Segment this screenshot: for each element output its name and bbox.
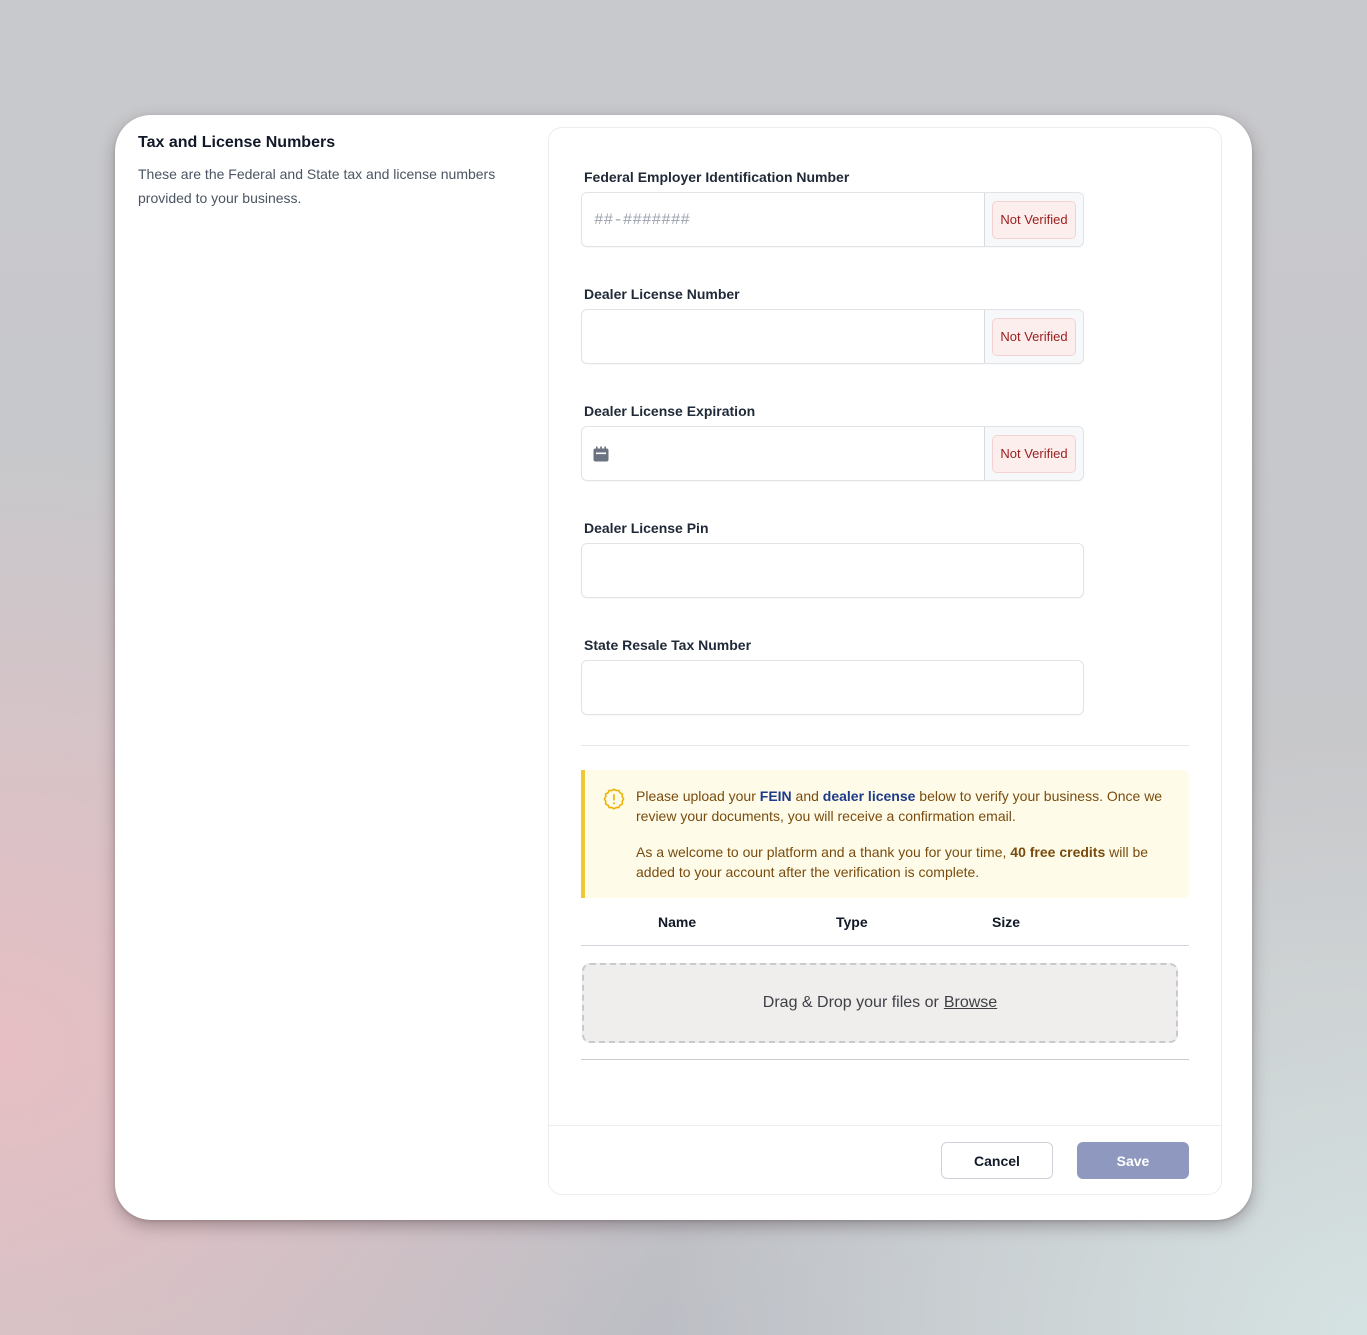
status-badge: Not Verified <box>992 317 1076 356</box>
state-resale-tax-number-input-group <box>581 660 1084 715</box>
settings-window: Tax and License Numbers These are the Fe… <box>115 115 1252 1220</box>
section-intro: Tax and License Numbers These are the Fe… <box>138 133 528 210</box>
dropzone-text: Drag & Drop your files or <box>762 994 939 1011</box>
section-divider <box>581 745 1189 746</box>
status-badge: Not Verified <box>992 200 1076 239</box>
dealer-license-pin-label: Dealer License Pin <box>584 520 709 536</box>
fein-status-addon: Not Verified <box>984 193 1083 246</box>
browse-link[interactable]: Browse <box>944 994 997 1012</box>
free-credits-highlight: 40 free credits <box>1010 844 1106 860</box>
alert-message-credits: As a welcome to our platform and a thank… <box>636 842 1169 882</box>
status-badge: Not Verified <box>992 434 1076 473</box>
dealer-license-number-field: Dealer License Number Not Verified <box>581 285 1084 364</box>
state-resale-tax-number-field: State Resale Tax Number <box>581 636 1084 715</box>
section-description: These are the Federal and State tax and … <box>138 166 496 206</box>
dealer-license-number-input[interactable] <box>582 310 984 363</box>
dealer-license-expiration-status-addon: Not Verified <box>984 427 1083 480</box>
fein-label: Federal Employer Identification Number <box>584 169 850 185</box>
fein-link[interactable]: FEIN <box>760 788 792 804</box>
dealer-license-number-input-group: Not Verified <box>581 309 1084 364</box>
dealer-license-number-status-addon: Not Verified <box>984 310 1083 363</box>
alert-message-upload: Please upload your FEIN and dealer licen… <box>636 786 1169 826</box>
warning-icon <box>602 787 626 811</box>
dealer-license-expiration-input[interactable] <box>609 444 984 463</box>
tax-license-form: Federal Employer Identification Number N… <box>548 127 1222 1195</box>
date-input-wrap <box>582 427 984 480</box>
cancel-button[interactable]: Cancel <box>941 1142 1053 1179</box>
alert-text: and <box>791 788 823 804</box>
dealer-license-expiration-field: Dealer License Expiration Not Verified <box>581 402 1084 481</box>
dealer-license-pin-input[interactable] <box>582 544 1083 597</box>
alert-text: Please upload your <box>636 788 760 804</box>
dealer-license-expiration-label: Dealer License Expiration <box>584 403 756 419</box>
verification-alert: Please upload your FEIN and dealer licen… <box>581 770 1189 898</box>
column-header-type[interactable]: Type <box>836 914 868 930</box>
dealer-license-pin-input-group <box>581 543 1084 598</box>
dealer-license-link[interactable]: dealer license <box>823 788 916 804</box>
fein-input-group: Not Verified <box>581 192 1084 247</box>
alert-text: As a welcome to our platform and a thank… <box>636 844 1011 860</box>
file-dropzone[interactable]: Drag & Drop your files or Browse <box>582 963 1178 1043</box>
column-header-name[interactable]: Name <box>658 914 696 930</box>
fein-field: Federal Employer Identification Number N… <box>581 168 1084 247</box>
save-button[interactable]: Save <box>1077 1142 1189 1179</box>
dealer-license-pin-field: Dealer License Pin <box>581 519 1084 598</box>
files-table-bottom-border <box>581 1059 1189 1060</box>
card-footer-divider <box>549 1125 1221 1126</box>
state-resale-tax-number-input[interactable] <box>582 661 1083 714</box>
state-resale-tax-number-label: State Resale Tax Number <box>584 637 752 653</box>
dealer-license-number-label: Dealer License Number <box>584 286 740 302</box>
calendar-icon[interactable] <box>593 446 609 462</box>
section-title: Tax and License Numbers <box>138 134 336 151</box>
fein-input[interactable] <box>582 193 984 246</box>
dealer-license-expiration-input-group: Not Verified <box>581 426 1084 481</box>
column-header-size[interactable]: Size <box>992 914 1020 930</box>
files-table-header: Name Type Size <box>581 898 1189 946</box>
